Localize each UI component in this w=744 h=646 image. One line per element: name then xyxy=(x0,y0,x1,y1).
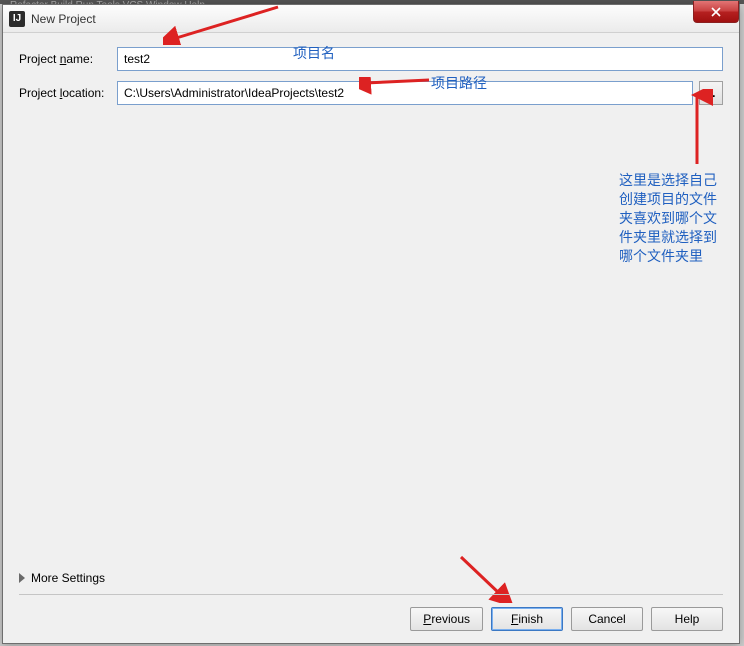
annotation-side-note: 这里是选择自己创建项目的文件夹喜欢到哪个文件夹里就选择到哪个文件夹里 xyxy=(619,173,729,267)
cancel-button[interactable]: Cancel xyxy=(571,607,643,631)
titlebar: IJ New Project xyxy=(3,5,739,33)
project-name-label: Project name: xyxy=(19,52,117,66)
app-icon: IJ xyxy=(9,11,25,27)
project-location-input[interactable] xyxy=(117,81,693,105)
browse-button[interactable]: ... xyxy=(699,81,723,105)
new-project-dialog: IJ New Project Project name: Project loc… xyxy=(2,4,740,644)
more-settings-label: More Settings xyxy=(31,571,105,585)
separator xyxy=(19,594,723,595)
help-button[interactable]: Help xyxy=(651,607,723,631)
project-name-row: Project name: xyxy=(19,47,723,71)
dialog-content: Project name: Project location: ... 项目名 … xyxy=(3,33,739,643)
finish-button[interactable]: Finish xyxy=(491,607,563,631)
button-row: Previous Finish Cancel Help xyxy=(410,607,723,631)
more-settings-expander[interactable]: More Settings xyxy=(19,571,105,585)
close-button[interactable] xyxy=(693,1,739,23)
arrow-to-finish xyxy=(453,553,513,603)
dialog-title: New Project xyxy=(31,12,96,26)
project-name-input[interactable] xyxy=(117,47,723,71)
previous-button[interactable]: Previous xyxy=(410,607,483,631)
close-icon xyxy=(711,7,721,17)
chevron-right-icon xyxy=(19,573,25,583)
project-location-label: Project location: xyxy=(19,86,117,100)
project-location-row: Project location: ... xyxy=(19,81,723,105)
